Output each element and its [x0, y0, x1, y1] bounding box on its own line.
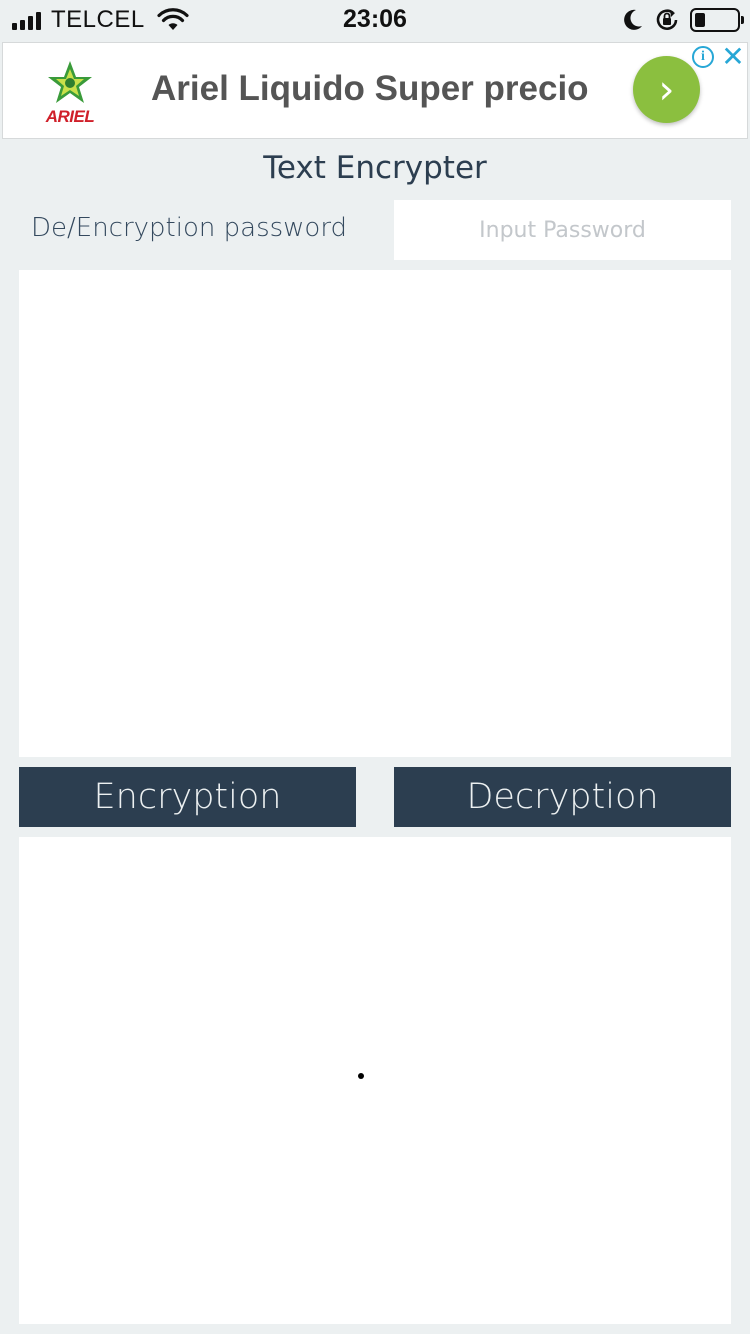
result-text-area[interactable] — [19, 837, 731, 1324]
ad-close-icon[interactable]: ✕ — [720, 42, 746, 72]
cursor-dot — [358, 1073, 364, 1079]
battery-icon — [690, 8, 744, 32]
ad-go-button[interactable]: › — [633, 56, 700, 123]
page-title: Text Encrypter — [263, 150, 487, 186]
password-label: De/Encryption password — [31, 213, 348, 243]
ad-info-icon[interactable]: i — [692, 46, 714, 68]
chevron-right-icon: › — [658, 66, 675, 113]
ariel-star-icon — [48, 61, 92, 103]
moon-icon — [624, 9, 642, 30]
rotation-lock-icon — [656, 9, 678, 30]
password-input[interactable] — [394, 200, 731, 260]
decryption-button[interactable]: Decryption — [394, 767, 731, 827]
ariel-logo[interactable]: ARIEL — [37, 57, 103, 127]
source-text-area[interactable] — [19, 270, 731, 757]
status-right — [622, 7, 744, 33]
ad-headline[interactable]: Ariel Liquido Super precio — [151, 69, 589, 109]
ariel-brand-text: ARIEL — [45, 107, 95, 126]
encryption-button[interactable]: Encryption — [19, 767, 356, 827]
status-bar: TELCEL 23:06 — [0, 0, 750, 40]
